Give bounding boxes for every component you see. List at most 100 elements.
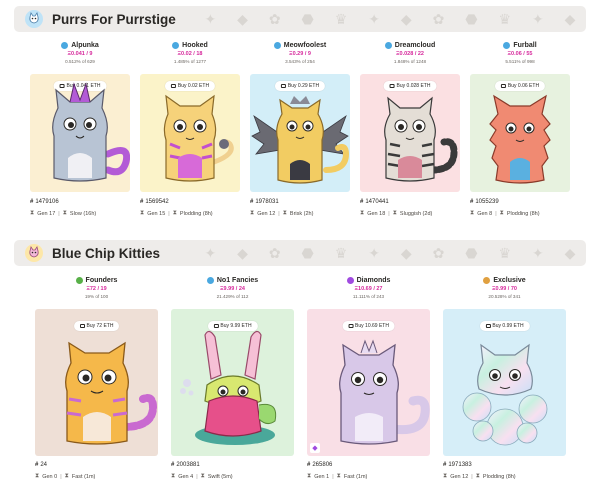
collection-header-founders[interactable]: Founders Ξ72 / 19 19% of 100 <box>35 277 158 299</box>
collection-price: Ξ0.028 / 22 <box>395 51 424 57</box>
kitty-info-dreamcloud: #1470441 ⧗ Gen 18 | ⧗ Sluggish (2d) <box>360 199 433 217</box>
kitty-info-meowfoolest: #1978031 ⧗ Gen 12 | ⧗ Brisk (2h) <box>250 199 314 217</box>
kitty-id[interactable]: 2003881 <box>176 462 199 468</box>
kitty-card-diamonds[interactable]: Buy 10.69 ETH ◆ <box>307 309 430 456</box>
kitty-image <box>52 82 130 182</box>
collection-percent: 1.848% of 1248 <box>393 59 427 64</box>
kitty-cooldown: Sluggish (2d) <box>399 210 433 217</box>
collection-percent: 19% of 100 <box>84 294 109 299</box>
hourglass-icon: ⧗ <box>171 473 176 479</box>
hourglass-icon: ⧗ <box>475 473 480 479</box>
kitty-id[interactable]: 1978031 <box>255 199 278 205</box>
kitty-info-hooked: #1569542 ⧗ Gen 15 | ⧗ Plodding (8h) <box>140 199 213 217</box>
collection-badge-icon <box>172 42 180 49</box>
kitty-image <box>180 330 277 445</box>
collection-header-dreamcloud[interactable]: Dreamcloud Ξ0.028 / 22 1.848% of 1248 <box>360 42 460 64</box>
kitty-id[interactable]: 1470441 <box>365 199 388 205</box>
collection-name: Exclusive <box>493 277 526 284</box>
collection-header-exclusive[interactable]: Exclusive Ξ0.99 / 70 20.528% of 341 <box>443 277 566 299</box>
kitty-generation: Gen 15 <box>147 210 166 217</box>
hourglass-icon: ⧗ <box>282 210 287 216</box>
kitty-cooldown: Plodding (8h) <box>179 210 213 217</box>
kitty-card-exclusive[interactable]: Buy 0.99 ETH <box>443 309 566 456</box>
kitty-generation: Gen 8 <box>477 210 493 217</box>
kitty-id[interactable]: 1479106 <box>35 199 58 205</box>
hourglass-icon: ⧗ <box>499 210 504 216</box>
collection-price: Ξ72 / 19 <box>86 286 107 292</box>
collection-percent: 0.512% of 629 <box>65 59 95 64</box>
collection-header-meowfoolest[interactable]: Meowfoolest Ξ0.29 / 9 3.543% of 254 <box>250 42 350 64</box>
collection-price: Ξ10.69 / 27 <box>354 286 383 292</box>
collection-percent: 20.528% of 341 <box>488 294 521 299</box>
kitty-id[interactable]: 265806 <box>312 462 332 468</box>
kitty-generation: Gen 12 <box>257 210 276 217</box>
hash-icon: # <box>307 462 311 468</box>
collection-percent: 11.111% of 243 <box>352 294 385 299</box>
kitty-card-dreamcloud[interactable]: Buy 0.028 ETH <box>360 74 460 192</box>
collection-header-alpunka[interactable]: Alpunka Ξ0.041 / 9 0.512% of 629 <box>30 42 130 64</box>
hash-icon: # <box>171 462 175 468</box>
collection-name: Dreamcloud <box>394 42 436 49</box>
kitty-generation: Gen 1 <box>314 473 330 480</box>
collection-header-furball[interactable]: Furball Ξ0.06 / 55 5.511% of 998 <box>470 42 570 64</box>
kitty-image <box>384 96 458 182</box>
collection-price: Ξ0.02 / 18 <box>177 51 203 57</box>
hourglass-icon: ⧗ <box>470 210 475 216</box>
collection-badge-icon <box>503 42 511 49</box>
kitty-card-furball[interactable]: Buy 0.06 ETH <box>470 74 570 192</box>
kitty-image <box>163 94 234 182</box>
collection-price: Ξ0.041 / 9 <box>67 51 93 57</box>
page: { "sections": [ { "title": "Purrs For Pu… <box>0 0 600 490</box>
kitty-generation: Gen 12 <box>450 473 469 480</box>
collection-price: Ξ0.29 / 9 <box>289 51 311 57</box>
kitty-id[interactable]: 1569542 <box>145 199 168 205</box>
kitty-card-no1-fancies[interactable]: Buy 9.99 ETH <box>171 309 294 456</box>
hourglass-icon: ⧗ <box>64 473 69 479</box>
section-banner-blue-chip: ✦ ◆ ✿ ⬣ ♛ ✦ ◆ ✿ ⬣ ♛ ✦ ◆ Blue Chip Kitties <box>14 240 586 266</box>
kitty-image <box>251 96 350 184</box>
hourglass-icon: ⧗ <box>30 210 35 216</box>
collection-name: Hooked <box>182 42 208 49</box>
diamond-badge-icon: ◆ <box>310 443 320 453</box>
hash-icon: # <box>470 199 474 205</box>
kitty-image <box>489 94 551 184</box>
collection-price: Ξ0.06 / 55 <box>507 51 533 57</box>
kitty-image <box>339 339 430 445</box>
section-title: Blue Chip Kitties <box>52 245 161 261</box>
kitty-cooldown: Plodding (8h) <box>506 210 540 217</box>
purrstige-logo-icon <box>25 10 43 28</box>
kitty-info-founders: #24 ⧗ Gen 0 | ⧗ Fast (1m) <box>35 462 96 480</box>
collection-header-no1-fancies[interactable]: No1 Fancies Ξ9.99 / 24 21.429% of 112 <box>171 277 294 299</box>
kitty-cooldown: Slow (16h) <box>69 210 97 217</box>
hourglass-icon: ⧗ <box>200 473 205 479</box>
kitty-info-alpunka: #1479106 ⧗ Gen 17 | ⧗ Slow (16h) <box>30 199 97 217</box>
collection-header-hooked[interactable]: Hooked Ξ0.02 / 18 1.485% of 1277 <box>140 42 240 64</box>
collection-name: Alpunka <box>71 42 99 49</box>
hourglass-icon: ⧗ <box>62 210 67 216</box>
collection-badge-icon <box>384 42 392 49</box>
kitty-generation: Gen 18 <box>367 210 386 217</box>
kitty-card-alpunka[interactable]: Buy 0.041 ETH <box>30 74 130 192</box>
collection-badge-icon <box>483 277 491 284</box>
collection-name: Furball <box>513 42 537 49</box>
collection-header-diamonds[interactable]: Diamonds Ξ10.69 / 27 11.111% of 243 <box>307 277 430 299</box>
hourglass-icon: ⧗ <box>172 210 177 216</box>
kitty-id[interactable]: 24 <box>40 462 47 468</box>
kitty-cooldown: Swift (5m) <box>207 473 233 480</box>
kitty-card-hooked[interactable]: Buy 0.02 ETH <box>140 74 240 192</box>
collection-badge-icon <box>206 277 214 284</box>
kitty-card-founders[interactable]: Buy 72 ETH <box>35 309 158 456</box>
kitty-card-meowfoolest[interactable]: Buy 0.29 ETH <box>250 74 350 192</box>
kitty-generation: Gen 0 <box>42 473 58 480</box>
hash-icon: # <box>35 462 39 468</box>
collection-name: Founders <box>85 277 118 284</box>
kitty-cooldown: Fast (1m) <box>343 473 368 480</box>
hourglass-icon: ⧗ <box>35 473 40 479</box>
banner-pattern: ✦ ◆ ✿ ⬣ ♛ ✦ ◆ ✿ ⬣ ♛ ✦ ◆ <box>204 10 576 27</box>
collection-name: Diamonds <box>356 277 391 284</box>
kitty-id[interactable]: 1971383 <box>448 462 471 468</box>
kitty-generation: Gen 4 <box>178 473 194 480</box>
kitty-image <box>462 343 548 446</box>
kitty-id[interactable]: 1055239 <box>475 199 498 205</box>
hash-icon: # <box>30 199 34 205</box>
